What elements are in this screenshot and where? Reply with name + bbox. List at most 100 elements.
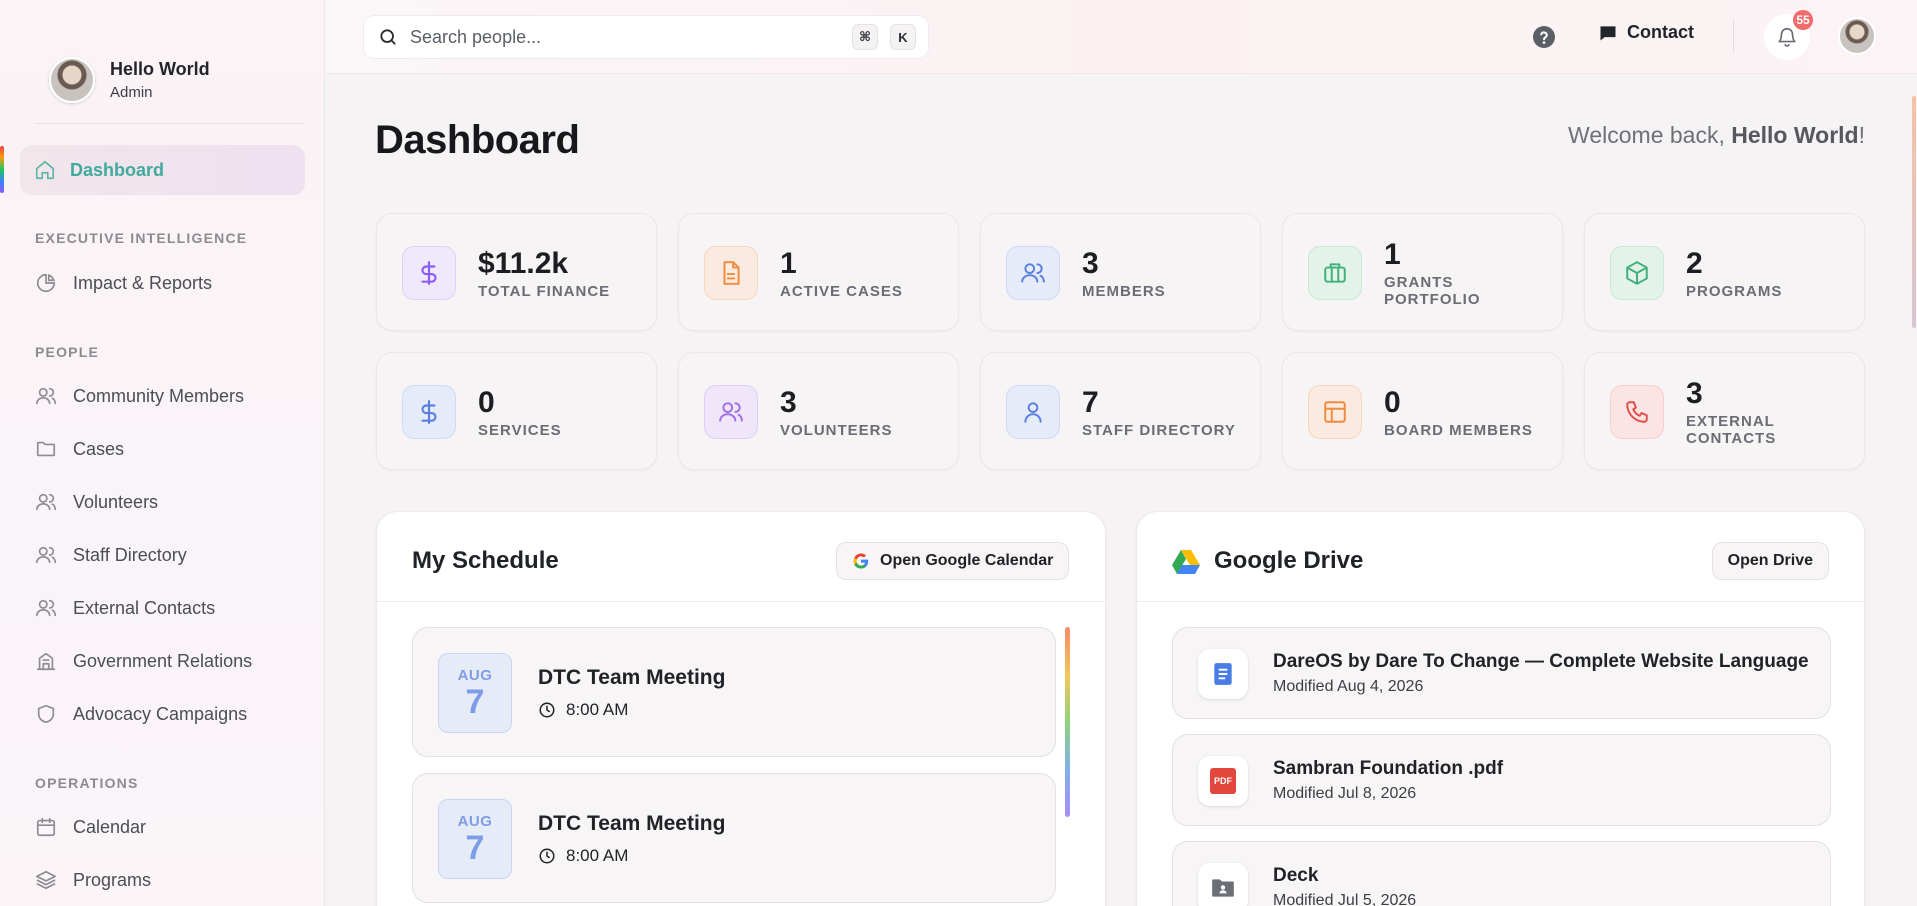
- google-drive-icon: [1172, 550, 1200, 574]
- drive-file[interactable]: DareOS by Dare To Change — Complete Webs…: [1172, 627, 1831, 719]
- search-input[interactable]: [410, 26, 840, 48]
- dollar-icon: [421, 400, 437, 424]
- stat-value: 3: [780, 385, 797, 419]
- sidebar-item-cases[interactable]: Cases: [35, 438, 124, 460]
- nav-section-people: PEOPLE: [35, 344, 99, 360]
- stat-card-external-contacts[interactable]: 3 EXTERNAL CONTACTS: [1584, 352, 1865, 470]
- sidebar-item-dashboard[interactable]: Dashboard: [20, 145, 305, 195]
- contact-label: Contact: [1627, 22, 1694, 42]
- stat-label: ACTIVE CASES: [780, 282, 903, 300]
- stat-card-members[interactable]: 3 MEMBERS: [980, 213, 1261, 331]
- drive-panel: Google Drive Open Drive DareOS by Dare T…: [1136, 511, 1865, 906]
- schedule-event[interactable]: AUG 7 DTC Team Meeting 8:00 AM: [412, 773, 1056, 903]
- drive-file[interactable]: PDF Sambran Foundation .pdf Modified Jul…: [1172, 734, 1831, 826]
- building-icon: [36, 652, 56, 671]
- stat-value: 0: [478, 385, 495, 419]
- stat-card-programs[interactable]: 2 PROGRAMS: [1584, 213, 1865, 331]
- help-icon[interactable]: [1532, 25, 1556, 49]
- schedule-title: My Schedule: [412, 547, 559, 574]
- user-profile[interactable]: Hello World Admin: [49, 57, 210, 103]
- shortcut-k-key: K: [890, 24, 916, 50]
- event-title: DTC Team Meeting: [538, 666, 726, 689]
- stat-value: 3: [1082, 246, 1099, 280]
- open-drive-button[interactable]: Open Drive: [1711, 542, 1829, 580]
- search-box[interactable]: ⌘ K: [364, 16, 928, 58]
- notification-badge: 55: [1793, 10, 1813, 30]
- briefcase-icon: [1324, 263, 1346, 283]
- sidebar-item-label: Cases: [73, 438, 125, 459]
- schedule-event[interactable]: AUG 7 DTC Team Meeting 8:00 AM: [412, 627, 1056, 757]
- users-icon: [719, 402, 743, 422]
- sidebar-item-label: Community Members: [73, 385, 245, 406]
- stat-card-staff-directory[interactable]: 7 STAFF DIRECTORY: [980, 352, 1261, 470]
- sidebar-item-government-relations[interactable]: Government Relations: [35, 650, 252, 672]
- event-time: 8:00 AM: [538, 846, 628, 866]
- stat-icon-bg: [402, 246, 456, 300]
- stat-card-grants-portfolio[interactable]: 1 GRANTS PORTFOLIO: [1282, 213, 1563, 331]
- user-menu-avatar[interactable]: [1838, 17, 1876, 55]
- shortcut-cmd-key: ⌘: [852, 24, 878, 50]
- nav-section-executive: EXECUTIVE INTELLIGENCE: [35, 230, 248, 246]
- stat-value: 7: [1082, 385, 1099, 419]
- user-role: Admin: [110, 84, 153, 101]
- welcome-name: Hello World: [1731, 122, 1859, 148]
- users-icon: [36, 387, 56, 405]
- phone-icon: [1626, 401, 1648, 423]
- welcome-message: Welcome back, Hello World!: [1568, 122, 1865, 149]
- nav-section-operations: OPERATIONS: [35, 775, 139, 791]
- sidebar-item-volunteers[interactable]: Volunteers: [35, 491, 158, 513]
- sidebar-item-staff-directory[interactable]: Staff Directory: [35, 544, 187, 566]
- event-title: DTC Team Meeting: [538, 812, 726, 835]
- home-icon: [35, 160, 55, 180]
- stat-card-total-finance[interactable]: $11.2k TOTAL FINANCE: [376, 213, 657, 331]
- topbar-divider: [1733, 20, 1734, 52]
- stat-icon-bg: [704, 246, 758, 300]
- sidebar-item-external-contacts[interactable]: External Contacts: [35, 597, 215, 619]
- page-scrollbar[interactable]: [1912, 96, 1916, 328]
- stat-card-services[interactable]: 0 SERVICES: [376, 352, 657, 470]
- clock-icon: [539, 848, 555, 864]
- layout-icon: [1324, 401, 1346, 423]
- stat-icon-bg: [1006, 385, 1060, 439]
- open-google-calendar-button[interactable]: Open Google Calendar: [836, 542, 1070, 580]
- file-modified: Modified Jul 8, 2026: [1273, 785, 1417, 802]
- users-icon: [36, 599, 56, 617]
- stat-icon-bg: [704, 385, 758, 439]
- stat-label: BOARD MEMBERS: [1384, 421, 1533, 439]
- pie-chart-icon: [36, 273, 56, 293]
- drive-file[interactable]: Deck Modified Jul 5, 2026: [1172, 841, 1831, 906]
- folder-icon: [36, 441, 56, 457]
- sidebar-item-label: Programs: [73, 869, 152, 890]
- users-icon: [36, 546, 56, 564]
- page-title: Dashboard: [375, 118, 580, 162]
- stat-label: MEMBERS: [1082, 282, 1166, 300]
- stat-value: 1: [1384, 238, 1401, 271]
- stat-icon-bg: [1006, 246, 1060, 300]
- sidebar-item-label: Calendar: [73, 816, 147, 837]
- event-month: AUG: [457, 666, 493, 684]
- button-label: Open Drive: [1727, 552, 1813, 569]
- stat-value: 0: [1384, 385, 1401, 419]
- sidebar-item-impact-reports[interactable]: Impact & Reports: [35, 272, 212, 294]
- event-time-label: 8:00 AM: [566, 700, 629, 719]
- file-name: Deck: [1273, 865, 1319, 886]
- contact-button[interactable]: Contact: [1598, 22, 1694, 43]
- stat-card-board-members[interactable]: 0 BOARD MEMBERS: [1282, 352, 1563, 470]
- schedule-scrollbar[interactable]: [1065, 627, 1070, 817]
- sidebar-item-programs[interactable]: Programs: [35, 869, 151, 891]
- file-modified: Modified Jul 5, 2026: [1273, 892, 1417, 906]
- avatar: [49, 57, 95, 103]
- drive-title: Google Drive: [1214, 547, 1364, 574]
- sidebar-item-advocacy-campaigns[interactable]: Advocacy Campaigns: [35, 703, 247, 725]
- stat-card-active-cases[interactable]: 1 ACTIVE CASES: [678, 213, 959, 331]
- file-modified: Modified Aug 4, 2026: [1273, 678, 1424, 695]
- stat-card-volunteers[interactable]: 3 VOLUNTEERS: [678, 352, 959, 470]
- top-bar: ⌘ K Contact 55: [326, 0, 1917, 74]
- shield-icon: [37, 704, 55, 724]
- sidebar-item-calendar[interactable]: Calendar: [35, 816, 146, 838]
- sidebar-item-community-members[interactable]: Community Members: [35, 385, 244, 407]
- sidebar: Hello World Admin Dashboard EXECUTIVE IN…: [0, 0, 325, 906]
- cube-icon: [1626, 261, 1648, 285]
- stat-icon-bg: [1610, 246, 1664, 300]
- google-doc-icon: [1198, 649, 1248, 699]
